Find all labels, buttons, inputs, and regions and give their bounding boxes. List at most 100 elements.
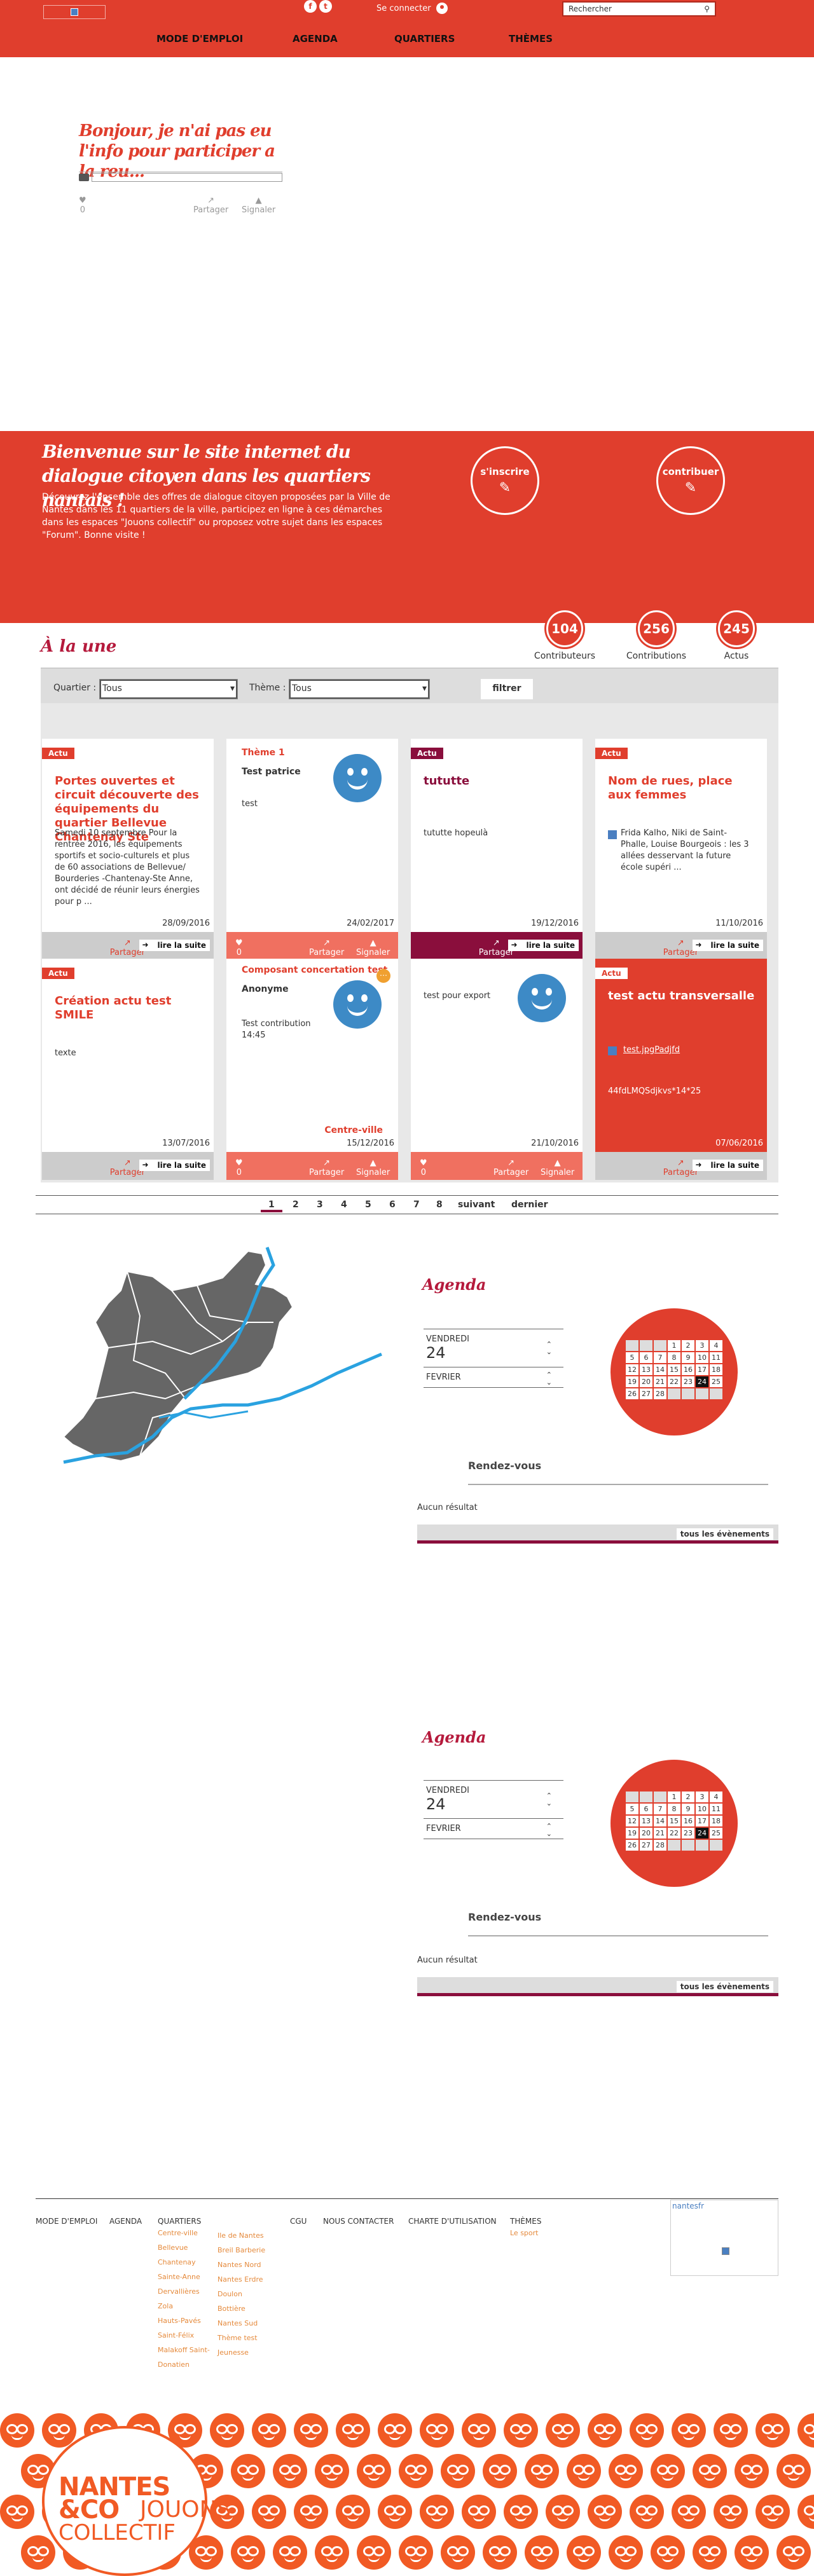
calendar-day[interactable]: 7 (654, 1804, 666, 1814)
share-button[interactable]: ↗ Partager (493, 1158, 528, 1177)
calendar-day[interactable]: 20 (640, 1828, 652, 1839)
card-link[interactable]: test.jpgPadjfd (623, 1045, 680, 1055)
next-page[interactable]: suivant (458, 1200, 495, 1210)
calendar-day[interactable]: 14 (654, 1816, 666, 1826)
calendar-day[interactable]: 24 (696, 1376, 708, 1387)
calendar-day[interactable]: 4 (710, 1792, 722, 1802)
page-1[interactable]: 1 (261, 1200, 282, 1212)
calendar-day[interactable]: 25 (710, 1828, 722, 1839)
calendar-day[interactable]: 12 (626, 1364, 638, 1375)
signup-button[interactable]: s'inscrire ✎ (471, 446, 539, 515)
contribution-card[interactable]: test pour export 21/10/2016 ♥ 0 ↗ Partager… (411, 959, 583, 1180)
calendar-day[interactable]: 24 (696, 1828, 708, 1839)
footer-quartier-link[interactable]: Bellevue (158, 2240, 210, 2255)
calendar-day[interactable]: 13 (640, 1816, 652, 1826)
like-button[interactable]: ♥ 0 (420, 1158, 427, 1177)
like-button[interactable]: ♥ 0 (235, 938, 243, 957)
twitter-widget[interactable]: nantesfr (670, 2200, 778, 2276)
calendar-day[interactable]: 8 (668, 1804, 680, 1814)
footer-quartier-link[interactable]: Dervallières (158, 2284, 210, 2299)
contribution-card[interactable]: Composant concertation test … Anonyme Te… (226, 959, 398, 1180)
login-link[interactable]: Se connecter (376, 3, 448, 14)
footer-quartier-link[interactable]: Chantenay (158, 2255, 210, 2270)
calendar-day[interactable]: 11 (710, 1352, 722, 1363)
calendar-day[interactable]: 5 (626, 1804, 638, 1814)
footer-link-contact[interactable]: NOUS CONTACTER (323, 2217, 394, 2226)
footer-quartier-link[interactable]: Saint-Félix (158, 2328, 210, 2343)
calendar-day[interactable]: 18 (710, 1816, 722, 1826)
footer-quartier-link[interactable]: Bottière (217, 2301, 265, 2316)
page-6[interactable]: 6 (389, 1200, 396, 1210)
footer-link-themes[interactable]: THÈMES (510, 2217, 542, 2226)
month-spinner[interactable]: ⌃ ⌄ (546, 1823, 552, 1838)
news-card[interactable]: Actu Portes ouvertes et circuit découver… (42, 739, 214, 960)
quartiers-list[interactable]: Ile de Nantes Breil Barberie Nantes Nord Na… (217, 2228, 265, 2360)
calendar-day[interactable]: 4 (710, 1340, 722, 1351)
contribute-button[interactable]: contribuer ✎ (656, 446, 725, 515)
comment-field[interactable] (92, 173, 282, 182)
read-more-button[interactable]: lire la suite (508, 940, 579, 951)
footer-quartier-link[interactable]: Thème test (217, 2331, 265, 2345)
calendar-day[interactable]: 10 (696, 1352, 708, 1363)
news-card[interactable]: Actu tututte tututte hopeulà 19/12/2016 … (411, 739, 583, 960)
report-button[interactable]: ▲ Signaler (356, 1158, 390, 1177)
calendar-day[interactable]: 2 (682, 1340, 694, 1351)
theme-sport[interactable]: Le sport (510, 2226, 542, 2240)
read-more-button[interactable]: lire la suite (139, 940, 210, 951)
map-district[interactable] (62, 1250, 294, 1462)
calendar-day[interactable]: 23 (682, 1828, 694, 1839)
footer-quartier-link[interactable]: Doulon (217, 2287, 265, 2301)
footer-quartier-link[interactable]: Donatien (158, 2357, 210, 2372)
calendar-day[interactable]: 22 (668, 1828, 680, 1839)
card-title[interactable]: Création actu test SMILE (55, 994, 204, 1022)
calendar-day[interactable]: 22 (668, 1376, 680, 1387)
footer-quartier-link[interactable]: Breil Barberie (217, 2243, 265, 2257)
calendar-day[interactable]: 16 (682, 1364, 694, 1375)
like-button[interactable]: ♥ 0 (79, 196, 86, 215)
footer-quartier-link[interactable]: Jeunesse (217, 2345, 265, 2360)
twitter-icon[interactable]: t (319, 0, 332, 13)
calendar-grid[interactable]: 1 2 3 4 5 6 7 8 9 10 11 12 13 14 15 16 17 18 19 20 21 22 23 24 2… (626, 1792, 722, 1851)
calendar-day[interactable]: 17 (696, 1364, 708, 1375)
day-spinner[interactable]: ⌃ ⌄ (546, 1341, 552, 1356)
search-input[interactable]: Rechercher ⚲ (562, 1, 716, 17)
calendar-day[interactable]: 21 (654, 1828, 666, 1839)
date-picker[interactable]: VENDREDI 24 ⌃ ⌄ FEVRIER ⌃ ⌄ (424, 1780, 563, 1839)
footer-link-charte[interactable]: CHARTE D'UTILISATION (408, 2217, 497, 2226)
calendar-grid[interactable]: 1 2 3 4 5 6 7 8 9 10 11 12 13 14 15 16 17 18 19 20 21 22 23 24 2… (626, 1340, 722, 1399)
nav-agenda[interactable]: AGENDA (293, 33, 338, 45)
calendar-day[interactable]: 19 (626, 1376, 638, 1387)
calendar-day[interactable]: 1 (668, 1792, 680, 1802)
calendar-day[interactable]: 6 (640, 1352, 652, 1363)
page-5[interactable]: 5 (365, 1200, 371, 1210)
read-more-button[interactable]: lire la suite (139, 1160, 210, 1171)
footer-quartier-link[interactable]: Ile de Nantes (217, 2228, 265, 2243)
footer-quartier-link[interactable]: Malakoff Saint- (158, 2343, 210, 2357)
footer-quartier-link[interactable]: Nantes Erdre (217, 2272, 265, 2287)
calendar-day[interactable]: 9 (682, 1804, 694, 1814)
news-card[interactable]: Actu Nom de rues, place aux femmes Frida… (595, 739, 767, 960)
search-icon[interactable]: ⚲ (704, 4, 710, 13)
twitter-handle[interactable]: nantesfr (672, 2202, 704, 2210)
calendar-day[interactable]: 11 (710, 1804, 722, 1814)
date-picker[interactable]: VENDREDI 24 ⌃ ⌄ FEVRIER ⌃ ⌄ (424, 1329, 563, 1388)
page-2[interactable]: 2 (293, 1200, 299, 1210)
footer-quartier-link[interactable]: Hauts-Pavés (158, 2313, 210, 2328)
report-button[interactable]: ▲ Signaler (242, 196, 275, 215)
calendar-day[interactable]: 28 (654, 1388, 666, 1399)
quartier-select[interactable]: Tous (99, 679, 238, 699)
quartiers-map[interactable] (57, 1246, 388, 1513)
calendar-day[interactable]: 26 (626, 1388, 638, 1399)
nav-quartiers[interactable]: QUARTIERS (394, 33, 455, 45)
comment-input[interactable] (79, 172, 282, 182)
card-title[interactable]: Nom de rues, place aux femmes (608, 774, 757, 802)
report-button[interactable]: ▲ Signaler (541, 1158, 574, 1177)
all-events-button[interactable]: tous les évènements (676, 1981, 773, 1992)
filter-button[interactable]: filtrer (481, 679, 533, 699)
read-more-button[interactable]: lire la suite (693, 1160, 763, 1171)
footer-quartier-link[interactable]: Nantes Sud (217, 2316, 265, 2331)
day-spinner[interactable]: ⌃ ⌄ (546, 1792, 552, 1807)
last-page[interactable]: dernier (511, 1200, 548, 1210)
footer-quartier-link[interactable]: Zola (158, 2299, 210, 2313)
news-card[interactable]: Actu Création actu test SMILE texte 13/0… (42, 959, 214, 1180)
